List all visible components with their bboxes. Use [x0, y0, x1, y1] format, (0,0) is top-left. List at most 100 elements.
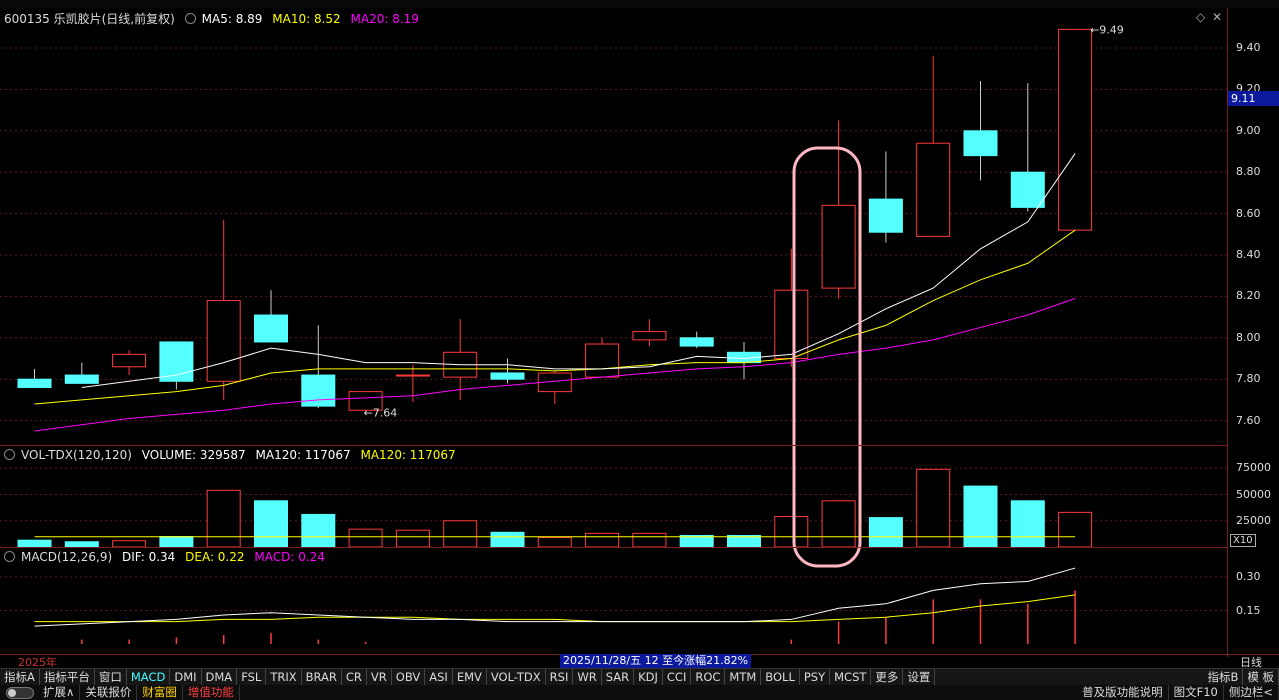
volume-bar [348, 528, 383, 548]
candle-body [490, 372, 525, 380]
price-tick-label: 9.40 [1236, 41, 1261, 54]
price-tick-label: 7.60 [1236, 413, 1261, 427]
tab-20[interactable]: ROC [691, 669, 726, 685]
volume-bar [1010, 500, 1045, 548]
tab-17[interactable]: SAR [602, 669, 635, 685]
tab-0[interactable]: 指标A [0, 669, 40, 685]
bottom-item-1[interactable]: 关联报价 [80, 685, 138, 700]
tab-9[interactable]: CR [342, 669, 367, 685]
bottom-item-2[interactable]: 财富圈 [137, 685, 183, 700]
tab-23[interactable]: PSY [800, 669, 831, 685]
bottom-right-item-1[interactable]: 图文F10 [1169, 685, 1224, 700]
price-tick-label: 9.00 [1236, 123, 1261, 137]
candle-body [632, 331, 667, 341]
tab-3[interactable]: MACD [127, 669, 171, 685]
volume-bar [821, 500, 856, 548]
price-tick-label: 8.20 [1236, 289, 1261, 303]
tab-6[interactable]: FSL [237, 669, 267, 685]
indicator-tabs: 指标A 指标平台 窗口 MACD DMI DMA FSL TRIX BRAR CR VR OBV ASI… [0, 668, 1279, 685]
tab-25[interactable]: 更多 [871, 669, 904, 685]
volume-macd-separator [0, 547, 1227, 548]
macd-tick-label: 0.30 [1236, 570, 1261, 583]
bottom-bar: 扩展∧ 关联报价 财富圈 增值功能 普及版功能说明 图文F10 侧边栏< [0, 685, 1279, 700]
stock-chart[interactable]: ←9.49 ←7.64 [0, 0, 1279, 668]
volume-bar [537, 537, 572, 548]
candle-body [64, 374, 99, 384]
bottom-item-3[interactable]: 增值功能 [183, 685, 240, 700]
tab-5[interactable]: DMA [202, 669, 238, 685]
bottom-right-item-0[interactable]: 普及版功能说明 [1077, 685, 1169, 700]
high-price-label: ←9.49 [1090, 23, 1124, 36]
candle-body [301, 374, 336, 407]
range-gain-label: 2025/11/28/五 12 至今涨幅21.82% [560, 654, 752, 668]
volume-bar [1058, 511, 1093, 548]
candle-body [206, 300, 241, 382]
tabs-right-group: 指标B 模 板 [1203, 669, 1279, 685]
candle-body [395, 374, 430, 377]
candle-body [17, 378, 52, 388]
tab-24[interactable]: MCST [830, 669, 872, 685]
candle-body [1058, 28, 1093, 231]
candle-body [774, 289, 809, 359]
volume-bar [490, 531, 525, 548]
tab-26[interactable]: 设置 [903, 669, 936, 685]
tab-4[interactable]: DMI [170, 669, 202, 685]
bottom-right-item-2[interactable]: 侧边栏< [1224, 685, 1279, 700]
candle-body [963, 130, 998, 157]
candle-body [254, 314, 288, 343]
tab-11[interactable]: OBV [392, 669, 426, 685]
tab-18[interactable]: KDJ [634, 669, 663, 685]
volume-bar [963, 485, 998, 548]
candle-body [1010, 171, 1045, 208]
price-tick-label: 7.80 [1236, 372, 1261, 386]
tab-8[interactable]: BRAR [302, 669, 342, 685]
tab-19[interactable]: CCI [663, 669, 692, 685]
price-tick-label: 8.80 [1236, 165, 1261, 179]
toggle-switch[interactable] [6, 687, 34, 699]
volume-bar [585, 532, 620, 548]
tab-15[interactable]: RSI [546, 669, 574, 685]
volume-bar [632, 532, 667, 548]
macd-tick-label: 0.15 [1236, 603, 1261, 617]
volume-bar [774, 516, 809, 548]
volume-bar [395, 529, 430, 548]
tab-16[interactable]: WR [573, 669, 602, 685]
candle-body [112, 353, 147, 368]
tab-2[interactable]: 窗口 [95, 669, 127, 685]
volume-tick-label: 50000 [1236, 487, 1271, 501]
candle-body [821, 204, 856, 289]
current-price-label: 9.11 [1228, 91, 1279, 106]
price-tick-label: 8.60 [1236, 206, 1261, 220]
tab-21[interactable]: MTM [725, 669, 762, 685]
volume-bar [159, 536, 194, 548]
volume-bar [443, 520, 478, 548]
candle-body [868, 198, 903, 233]
tab-7[interactable]: TRIX [266, 669, 302, 685]
volume-bar [301, 513, 336, 548]
volume-bar [916, 468, 951, 548]
volume-bar [254, 500, 288, 548]
candle-body [679, 337, 714, 347]
bottom-item-0[interactable]: 扩展∧ [38, 685, 81, 700]
volume-bar [206, 489, 241, 548]
tab-22[interactable]: BOLL [761, 669, 800, 685]
candle-body [916, 142, 951, 237]
tab-right-0[interactable]: 指标B [1203, 669, 1244, 685]
tab-1[interactable]: 指标平台 [40, 669, 95, 685]
low-price-label: ←7.64 [364, 406, 398, 419]
bottom-right-group: 普及版功能说明 图文F10 侧边栏< [1077, 685, 1279, 700]
price-tick-label: 8.00 [1236, 330, 1261, 344]
volume-bar [868, 517, 903, 548]
tab-10[interactable]: VR [367, 669, 392, 685]
price-tick-label: 8.40 [1236, 248, 1261, 261]
volume-bar [17, 539, 52, 548]
tab-14[interactable]: VOL-TDX [487, 669, 546, 685]
candle-body [585, 343, 620, 378]
price-volume-separator [0, 445, 1227, 446]
volume-tick-label: 75000 [1236, 461, 1271, 475]
tab-13[interactable]: EMV [453, 669, 487, 685]
volume-unit-label: X10 [1230, 534, 1256, 547]
tab-12[interactable]: ASI [425, 669, 453, 685]
tab-right-1[interactable]: 模 板 [1243, 669, 1279, 685]
volume-tick-label: 25000 [1236, 513, 1271, 527]
